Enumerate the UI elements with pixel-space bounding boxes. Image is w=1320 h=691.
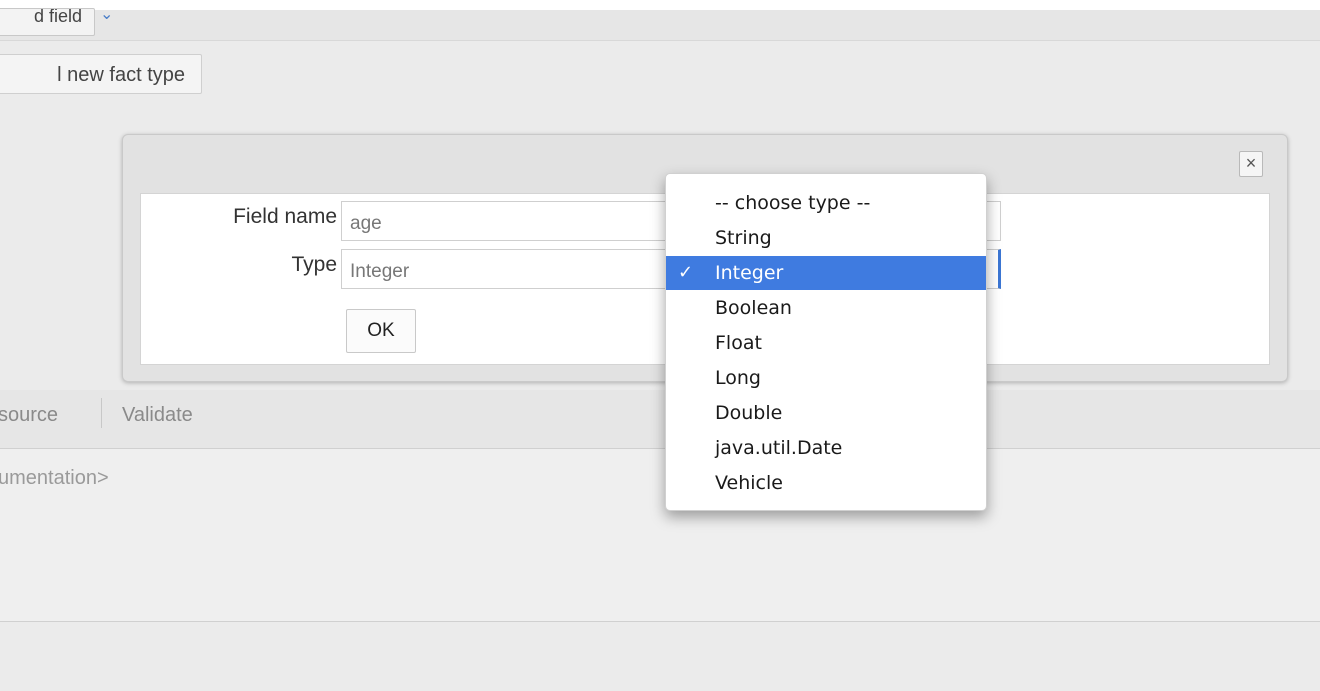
- tab-divider: [101, 398, 102, 428]
- dropdown-option[interactable]: String: [666, 221, 986, 255]
- dropdown-option[interactable]: -- choose type --: [666, 186, 986, 220]
- top-edge: [0, 0, 1320, 10]
- dropdown-option[interactable]: Double: [666, 396, 986, 430]
- documentation-placeholder: umentation>: [0, 467, 109, 489]
- dropdown-option-selected[interactable]: ✓ Integer: [666, 256, 986, 290]
- dropdown-option[interactable]: Float: [666, 326, 986, 360]
- chevron-down-icon[interactable]: ⌄: [100, 4, 113, 24]
- dropdown-option[interactable]: Boolean: [666, 291, 986, 325]
- documentation-area[interactable]: umentation>: [0, 449, 1320, 622]
- close-icon[interactable]: ×: [1239, 151, 1263, 177]
- type-dropdown-menu: -- choose type -- String ✓ Integer Boole…: [665, 173, 987, 511]
- field-toolbar: d field ⌄: [0, 6, 1320, 41]
- dropdown-option[interactable]: Vehicle: [666, 466, 986, 500]
- add-new-fact-type-button[interactable]: l new fact type: [0, 54, 202, 94]
- checkmark-icon: ✓: [678, 262, 694, 283]
- add-field-button[interactable]: d field: [0, 8, 95, 36]
- field-name-label: Field name: [233, 205, 337, 228]
- dropdown-option-label: Integer: [715, 262, 784, 284]
- tab-validate[interactable]: Validate: [122, 404, 193, 427]
- editor-tabs: source Validate: [0, 390, 1320, 449]
- tab-source[interactable]: source: [0, 404, 58, 427]
- dropdown-option[interactable]: Long: [666, 361, 986, 395]
- ok-button[interactable]: OK: [346, 309, 416, 353]
- dropdown-option[interactable]: java.util.Date: [666, 431, 986, 465]
- type-label: Type: [291, 253, 337, 276]
